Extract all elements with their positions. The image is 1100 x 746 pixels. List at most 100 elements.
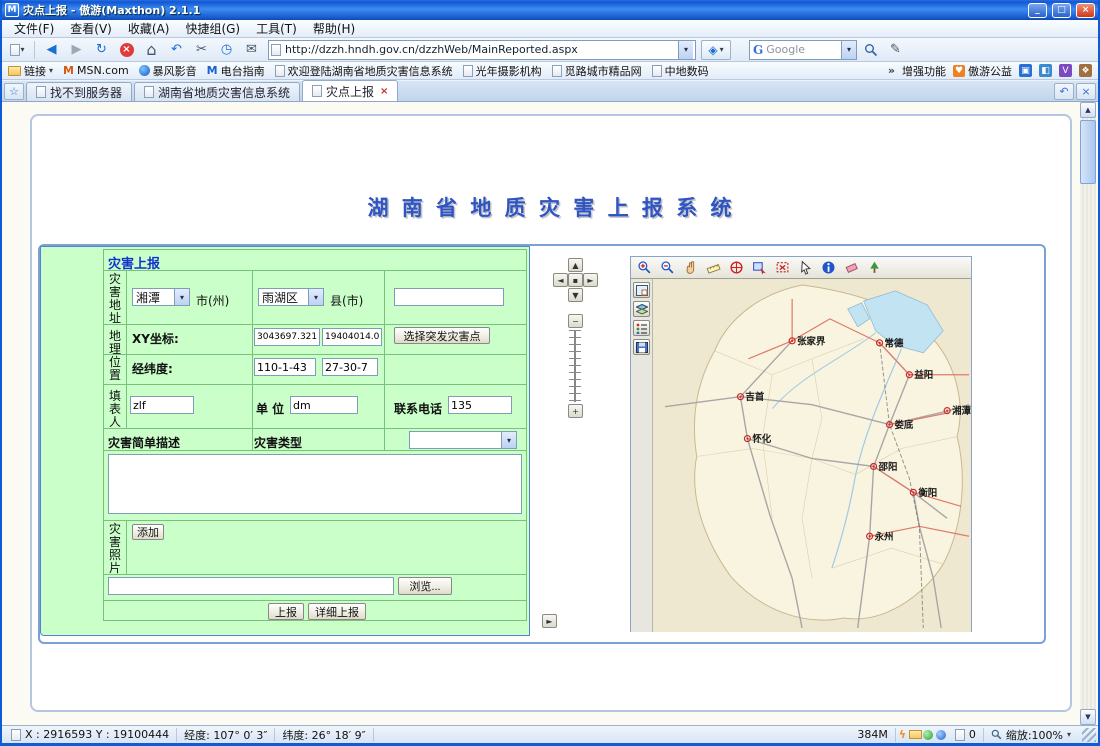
map-canvas[interactable]: 张家界常德益阳吉首湘潭娄底怀化邵阳衡阳永州: [653, 279, 971, 632]
back-button[interactable]: ◀: [40, 40, 63, 60]
zoom-out-button[interactable]: [656, 258, 678, 277]
undo-button[interactable]: ↶: [165, 40, 188, 60]
snap-button[interactable]: ✂: [190, 40, 213, 60]
menu-file[interactable]: 文件(F): [6, 19, 62, 38]
tab-close-icon[interactable]: ×: [380, 86, 388, 97]
downloads-button[interactable]: [909, 728, 922, 741]
city-select[interactable]: 湘潭 ▾: [132, 288, 190, 306]
link-radio-guide[interactable]: M电台指南: [207, 63, 265, 79]
x-coordinate-input[interactable]: [254, 328, 320, 346]
file-path-input[interactable]: [108, 577, 394, 595]
identify-button[interactable]: [817, 258, 839, 277]
address-bar[interactable]: http://dzzh.hndh.gov.cn/dzzhWeb/MainRepo…: [268, 40, 696, 60]
layers-button[interactable]: [633, 301, 650, 317]
links-overflow-button[interactable]: »: [888, 64, 895, 77]
mail-button[interactable]: ✉: [240, 40, 263, 60]
zoom-out-step-button[interactable]: −: [568, 314, 583, 328]
unit-input[interactable]: [290, 396, 358, 414]
tab-disaster-report[interactable]: 灾点上报×: [302, 80, 398, 101]
description-textarea[interactable]: [108, 454, 522, 514]
reporter-input[interactable]: [130, 396, 194, 414]
network-indicator[interactable]: [935, 728, 948, 741]
stop-button[interactable]: ×: [115, 40, 138, 60]
search-box[interactable]: G Google ▾: [749, 40, 857, 60]
link-city-boutique[interactable]: 觅路城市精品网: [552, 63, 642, 79]
county-select[interactable]: 雨湖区 ▾: [258, 288, 324, 306]
minimize-button[interactable]: _: [1028, 3, 1047, 18]
close-button[interactable]: ×: [1076, 3, 1095, 18]
pan-down-button[interactable]: ▼: [568, 288, 583, 302]
paw-plugin-button[interactable]: ❖: [1079, 64, 1092, 77]
menu-tools[interactable]: 工具(T): [248, 19, 305, 38]
link-hunan-disaster-system[interactable]: 欢迎登陆湖南省地质灾害信息系统: [275, 63, 453, 79]
close-tab-button[interactable]: ×: [1076, 83, 1096, 100]
address-detail-input[interactable]: [394, 288, 504, 306]
blocked-popup-counter[interactable]: 0: [948, 728, 984, 742]
overview-map-button[interactable]: [633, 282, 650, 298]
resize-grip[interactable]: [1082, 728, 1096, 742]
scroll-up-button[interactable]: ▲: [1080, 102, 1096, 118]
link-storm-player[interactable]: 暴风影音: [139, 63, 197, 79]
tab-info-system[interactable]: 湖南省地质灾害信息系统: [134, 82, 300, 101]
forward-button[interactable]: ▶: [65, 40, 88, 60]
history-button[interactable]: ◷: [215, 40, 238, 60]
legend-button[interactable]: [863, 258, 885, 277]
clear-selection-button[interactable]: [771, 258, 793, 277]
link-msn[interactable]: MMSN.com: [63, 64, 129, 77]
enhance-menu-button[interactable]: 增强功能: [902, 63, 946, 79]
highlight-button[interactable]: ✎: [884, 40, 907, 60]
link-zhongdi-digital[interactable]: 中地数码: [652, 63, 709, 79]
v-plugin-button[interactable]: V: [1059, 64, 1072, 77]
skin-button[interactable]: ▣: [1019, 64, 1032, 77]
address-dropdown-button[interactable]: ▾: [678, 41, 693, 59]
scrollbar-thumb[interactable]: [1080, 120, 1096, 184]
eraser-button[interactable]: [840, 258, 862, 277]
collapse-panel-button[interactable]: ►: [542, 614, 557, 628]
zoom-in-step-button[interactable]: +: [568, 404, 583, 418]
title-bar[interactable]: M 灾点上报 - 傲游(Maxthon) 2.1.1 _ □ ×: [2, 0, 1098, 20]
pan-button[interactable]: [679, 258, 701, 277]
zoom-slider[interactable]: [567, 330, 583, 402]
vertical-scrollbar[interactable]: ▲ ▼: [1080, 102, 1096, 725]
legend-panel-button[interactable]: [633, 320, 650, 336]
menu-view[interactable]: 查看(V): [62, 19, 120, 38]
zoom-control[interactable]: 缩放:100% ▾: [984, 728, 1078, 742]
longitude-input[interactable]: [254, 358, 316, 376]
select-area-button[interactable]: [748, 258, 770, 277]
charity-button[interactable]: ♥傲游公益: [953, 63, 1012, 79]
tab-server-not-found[interactable]: 找不到服务器: [26, 82, 132, 101]
links-folder-button[interactable]: 链接▾: [8, 63, 53, 79]
search-input[interactable]: Google: [766, 43, 838, 56]
menu-groups[interactable]: 快捷组(G): [177, 19, 248, 38]
pick-point-button[interactable]: 选择突发灾害点: [394, 327, 490, 344]
full-extent-button[interactable]: [725, 258, 747, 277]
browse-button[interactable]: 浏览...: [398, 577, 452, 595]
menu-help[interactable]: 帮助(H): [305, 19, 363, 38]
search-button[interactable]: [859, 40, 882, 60]
measure-button[interactable]: [702, 258, 724, 277]
submit-button[interactable]: 上报: [268, 603, 304, 620]
phone-input[interactable]: [448, 396, 512, 414]
scroll-down-button[interactable]: ▼: [1080, 709, 1096, 725]
pan-up-button[interactable]: ▲: [568, 258, 583, 272]
refresh-button[interactable]: ↻: [90, 40, 113, 60]
pointer-select-button[interactable]: [794, 258, 816, 277]
save-map-button[interactable]: [633, 339, 650, 355]
pan-right-button[interactable]: ►: [583, 273, 598, 287]
pan-left-button[interactable]: ◄: [553, 273, 568, 287]
home-button[interactable]: ⌂: [140, 40, 163, 60]
latitude-input[interactable]: [322, 358, 378, 376]
add-photo-button[interactable]: 添加: [132, 524, 164, 540]
split-screen-button[interactable]: ◧: [1039, 64, 1052, 77]
filter-split-button[interactable]: ◈▾: [701, 40, 731, 60]
reopen-tab-button[interactable]: ↶: [1054, 83, 1074, 100]
favorites-toggle-button[interactable]: ☆: [4, 83, 24, 100]
security-indicator[interactable]: [922, 728, 935, 741]
address-url[interactable]: http://dzzh.hndh.gov.cn/dzzhWeb/MainRepo…: [285, 43, 674, 56]
boost-button[interactable]: ϟ: [896, 728, 909, 741]
pan-center-button[interactable]: ▪: [568, 273, 583, 287]
new-tab-button[interactable]: ▾: [6, 40, 29, 60]
search-engine-dropdown[interactable]: ▾: [841, 41, 856, 59]
restore-button[interactable]: □: [1052, 3, 1071, 18]
link-photo-agency[interactable]: 光年摄影机构: [463, 63, 542, 79]
